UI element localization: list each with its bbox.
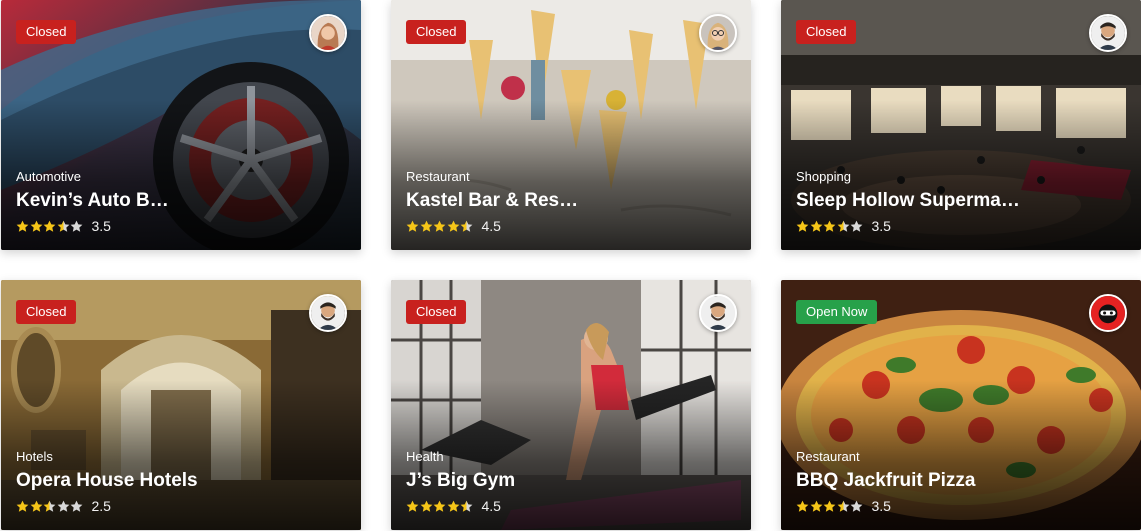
listing-rating: 3.5 [16,218,111,234]
star-empty-icon [850,220,863,232]
star-filled-icon [30,500,42,512]
status-badge: Closed [16,20,77,44]
star-filled-icon [823,220,836,232]
listing-category: Restaurant [406,169,470,184]
star-rating [16,220,84,233]
listing-rating: 4.5 [406,218,501,234]
owner-avatar[interactable] [1089,294,1127,332]
woman-avatar-icon [311,16,345,50]
star-half-icon [57,220,69,232]
owner-avatar[interactable] [309,294,347,332]
star-filled-icon [420,220,432,232]
listing-rating: 3.5 [796,498,891,514]
listing-rating: 4.5 [406,498,501,514]
ninja-avatar-icon [1091,296,1125,330]
star-filled-icon [433,220,446,232]
status-badge: Closed [406,20,467,44]
star-filled-icon [30,220,42,232]
owner-avatar[interactable] [309,14,347,52]
star-half-icon [460,500,473,512]
listing-card[interactable]: Closed Health J’s Big Gym 4.5 [391,280,751,530]
status-badge: Closed [796,20,857,44]
listing-category: Health [406,449,444,464]
star-filled-icon [420,500,432,512]
status-badge: Open Now [796,300,878,324]
owner-avatar[interactable] [699,14,737,52]
listing-title[interactable]: Kevin’s Auto B… [16,190,169,212]
star-half-icon [837,220,849,232]
star-half-icon [837,500,849,512]
owner-avatar[interactable] [1089,14,1127,52]
star-filled-icon [43,220,56,232]
bearded-man-avatar-icon [311,296,345,330]
listing-category: Shopping [796,169,851,184]
listing-title[interactable]: Sleep Hollow Superma… [796,190,1020,212]
star-rating [406,220,474,233]
rating-value: 3.5 [871,498,891,514]
listing-category: Hotels [16,449,53,464]
rating-value: 2.5 [91,498,111,514]
listing-card[interactable]: Closed Automotive Kevin’s Auto B… 3.5 [1,0,361,250]
listing-rating: 2.5 [16,498,111,514]
star-filled-icon [796,500,809,512]
star-rating [796,500,864,513]
listing-card[interactable]: Open Now Restaurant BBQ Jackfruit Pizza … [781,280,1141,530]
star-rating [16,500,84,513]
star-filled-icon [406,220,419,232]
star-filled-icon [810,220,822,232]
star-filled-icon [406,500,419,512]
star-filled-icon [823,500,836,512]
rating-value: 3.5 [871,218,891,234]
star-filled-icon [447,220,459,232]
woman-glasses-avatar-icon [701,16,735,50]
rating-value: 4.5 [481,498,501,514]
star-filled-icon [796,220,809,232]
listing-title[interactable]: BBQ Jackfruit Pizza [796,470,976,492]
listing-title[interactable]: Opera House Hotels [16,470,198,492]
status-badge: Closed [406,300,467,324]
listing-category: Automotive [16,169,82,184]
star-filled-icon [16,220,29,232]
listing-card[interactable]: Closed Restaurant Kastel Bar & Res… 4.5 [391,0,751,250]
listing-card[interactable]: Closed Hotels Opera House Hotels 2.5 [1,280,361,530]
rating-value: 3.5 [91,218,111,234]
star-filled-icon [810,500,822,512]
status-badge: Closed [16,300,77,324]
star-empty-icon [70,500,83,512]
star-half-icon [43,500,56,512]
star-half-icon [460,220,473,232]
star-filled-icon [433,500,446,512]
star-rating [796,220,864,233]
star-rating [406,500,474,513]
star-empty-icon [70,220,83,232]
bearded-man-avatar-icon [701,296,735,330]
star-filled-icon [16,500,29,512]
bearded-man-avatar-icon [1091,16,1125,50]
star-filled-icon [447,500,459,512]
listing-card[interactable]: Closed Shopping Sleep Hollow Superma… 3.… [781,0,1141,250]
rating-value: 4.5 [481,218,501,234]
listing-title[interactable]: J’s Big Gym [406,470,515,492]
listing-title[interactable]: Kastel Bar & Res… [406,190,578,212]
owner-avatar[interactable] [699,294,737,332]
star-empty-icon [850,500,863,512]
listing-rating: 3.5 [796,218,891,234]
star-empty-icon [57,500,69,512]
listing-category: Restaurant [796,449,860,464]
